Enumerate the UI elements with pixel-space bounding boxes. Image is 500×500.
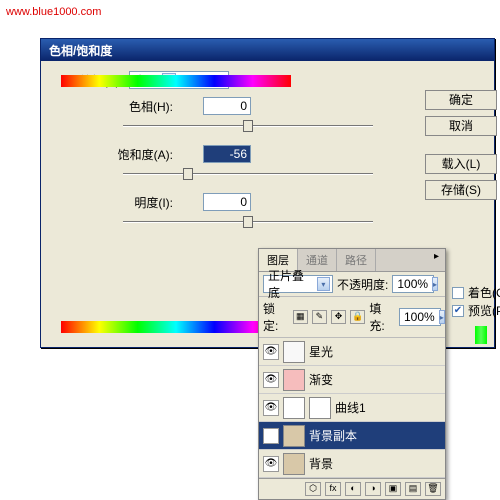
fill-label: 填充:	[369, 300, 395, 334]
preview-checkbox[interactable]: ✔	[452, 305, 464, 317]
hue-slider[interactable]	[53, 119, 482, 133]
hue-input[interactable]	[203, 97, 251, 115]
layer-row[interactable]: 👁 背景副本	[259, 422, 445, 450]
opacity-value: 100%	[397, 277, 428, 291]
light-input[interactable]	[203, 193, 251, 211]
chevron-down-icon: ▸	[432, 277, 438, 291]
mask-thumb	[309, 397, 331, 419]
preview-label: 预览(P	[468, 302, 500, 319]
visibility-icon[interactable]: 👁	[263, 400, 279, 416]
load-button[interactable]: 载入(L)	[425, 154, 497, 174]
tab-paths[interactable]: 路径	[337, 249, 376, 271]
hue-gradient-bottom	[61, 75, 291, 87]
visibility-icon[interactable]: 👁	[263, 428, 279, 444]
layer-row[interactable]: 👁 背景	[259, 450, 445, 478]
light-label: 明度(I):	[53, 194, 173, 211]
layer-thumb	[283, 453, 305, 475]
opacity-label: 不透明度:	[337, 276, 388, 293]
chevron-down-icon: ▾	[317, 277, 330, 291]
new-layer-icon[interactable]: ▤	[405, 482, 421, 496]
fill-input[interactable]: 100%▸	[399, 308, 441, 326]
layer-thumb	[283, 369, 305, 391]
lock-move-icon[interactable]: ✥	[331, 310, 346, 324]
layers-panel: 图层 通道 路径 ▸ 正片叠底 ▾ 不透明度: 100%▸ 锁定: ▦ ✎ ✥ …	[258, 248, 446, 500]
chevron-down-icon: ▸	[439, 310, 445, 324]
layer-name: 星光	[309, 343, 333, 360]
layer-name: 渐变	[309, 371, 333, 388]
blend-mode-dropdown[interactable]: 正片叠底 ▾	[263, 275, 333, 293]
opacity-input[interactable]: 100%▸	[392, 275, 434, 293]
link-icon[interactable]: ⬡	[305, 482, 321, 496]
folder-icon[interactable]: ▣	[385, 482, 401, 496]
layer-name: 曲线1	[335, 399, 366, 416]
cancel-button[interactable]: 取消	[425, 116, 497, 136]
sat-input[interactable]	[203, 145, 251, 163]
light-slider[interactable]	[53, 215, 482, 229]
sat-slider[interactable]	[53, 167, 482, 181]
trash-icon[interactable]: 🗑	[425, 482, 441, 496]
sat-label: 饱和度(A):	[53, 146, 173, 163]
layer-row[interactable]: 👁 渐变	[259, 366, 445, 394]
visibility-icon[interactable]: 👁	[263, 372, 279, 388]
lock-transparent-icon[interactable]: ▦	[293, 310, 308, 324]
layer-thumb	[283, 397, 305, 419]
lock-all-icon[interactable]: 🔒	[350, 310, 365, 324]
layer-name: 背景	[309, 455, 333, 472]
layer-thumb	[283, 341, 305, 363]
adjustment-icon[interactable]: ◑	[365, 482, 381, 496]
hue-gradient-top	[61, 321, 291, 333]
visibility-icon[interactable]: 👁	[263, 456, 279, 472]
source-url: www.blue1000.com	[6, 6, 101, 18]
layer-thumb	[283, 425, 305, 447]
layer-name: 背景副本	[309, 427, 357, 444]
blend-mode-value: 正片叠底	[268, 267, 313, 301]
fill-value: 100%	[404, 310, 435, 324]
lock-paint-icon[interactable]: ✎	[312, 310, 327, 324]
fx-icon[interactable]: fx	[325, 482, 341, 496]
save-button[interactable]: 存储(S)	[425, 180, 497, 200]
layer-row[interactable]: 👁 星光	[259, 338, 445, 366]
layer-row[interactable]: 👁 曲线1	[259, 394, 445, 422]
mask-icon[interactable]: ◐	[345, 482, 361, 496]
gradient-strip	[475, 326, 487, 344]
ok-button[interactable]: 确定	[425, 90, 497, 110]
visibility-icon[interactable]: 👁	[263, 344, 279, 360]
colorize-label: 着色(C	[468, 284, 500, 301]
lock-label: 锁定:	[263, 300, 289, 334]
hue-label: 色相(H):	[53, 98, 173, 115]
dialog-title: 色相/饱和度	[41, 39, 494, 61]
colorize-checkbox[interactable]	[452, 287, 464, 299]
panel-menu-icon[interactable]: ▸	[428, 249, 445, 271]
